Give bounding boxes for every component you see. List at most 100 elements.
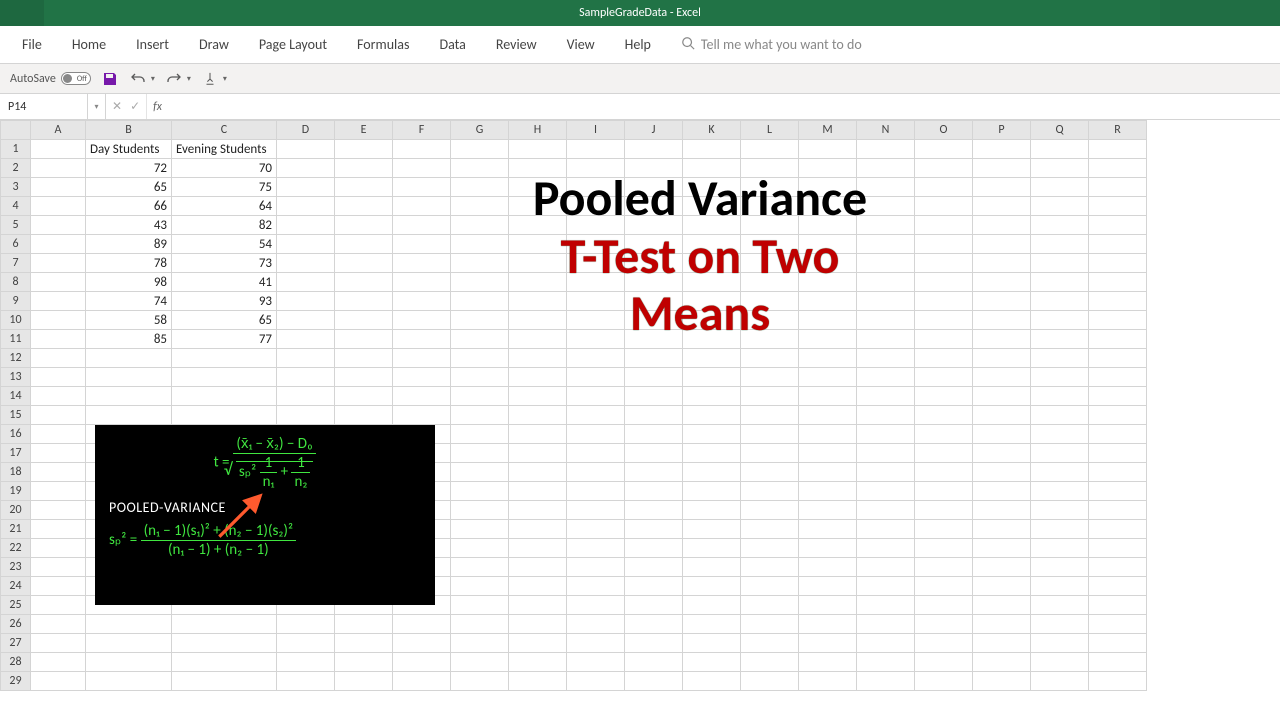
cell-L23[interactable] [741, 558, 799, 577]
cell-C11[interactable]: 77 [172, 330, 277, 349]
cell-G25[interactable] [451, 596, 509, 615]
cell-N8[interactable] [857, 273, 915, 292]
cell-C28[interactable] [172, 653, 277, 672]
cell-H24[interactable] [509, 577, 567, 596]
cell-A10[interactable] [31, 311, 86, 330]
cell-Q11[interactable] [1031, 330, 1089, 349]
cell-O8[interactable] [915, 273, 973, 292]
cell-A18[interactable] [31, 463, 86, 482]
cell-O21[interactable] [915, 520, 973, 539]
cell-M10[interactable] [799, 311, 857, 330]
cell-J26[interactable] [625, 615, 683, 634]
cell-H27[interactable] [509, 634, 567, 653]
cell-C6[interactable]: 54 [172, 235, 277, 254]
cell-R9[interactable] [1089, 292, 1147, 311]
cell-E1[interactable] [335, 140, 393, 159]
cell-R17[interactable] [1089, 444, 1147, 463]
cell-N6[interactable] [857, 235, 915, 254]
cell-L9[interactable] [741, 292, 799, 311]
cell-B8[interactable]: 98 [86, 273, 172, 292]
cell-H12[interactable] [509, 349, 567, 368]
worksheet-area[interactable]: ABCDEFGHIJKLMNOPQR 1Day StudentsEvening … [0, 120, 1280, 720]
cell-M8[interactable] [799, 273, 857, 292]
cell-F2[interactable] [393, 159, 451, 178]
cell-H22[interactable] [509, 539, 567, 558]
cell-R3[interactable] [1089, 178, 1147, 197]
cell-L1[interactable] [741, 140, 799, 159]
cell-M5[interactable] [799, 216, 857, 235]
cell-H2[interactable] [509, 159, 567, 178]
cell-N11[interactable] [857, 330, 915, 349]
cell-R29[interactable] [1089, 672, 1147, 691]
cell-Q1[interactable] [1031, 140, 1089, 159]
cell-F7[interactable] [393, 254, 451, 273]
row-header-10[interactable]: 10 [1, 311, 31, 330]
cell-M21[interactable] [799, 520, 857, 539]
cell-L14[interactable] [741, 387, 799, 406]
cell-K9[interactable] [683, 292, 741, 311]
cell-M28[interactable] [799, 653, 857, 672]
cell-Q20[interactable] [1031, 501, 1089, 520]
row-header-13[interactable]: 13 [1, 368, 31, 387]
cell-O7[interactable] [915, 254, 973, 273]
cell-F15[interactable] [393, 406, 451, 425]
cell-I5[interactable] [567, 216, 625, 235]
cell-I29[interactable] [567, 672, 625, 691]
cell-Q22[interactable] [1031, 539, 1089, 558]
cell-R14[interactable] [1089, 387, 1147, 406]
tab-home[interactable]: Home [58, 28, 120, 61]
cell-J5[interactable] [625, 216, 683, 235]
cell-C8[interactable]: 41 [172, 273, 277, 292]
touch-mode-icon[interactable] [201, 70, 219, 88]
cell-J23[interactable] [625, 558, 683, 577]
cell-N21[interactable] [857, 520, 915, 539]
col-header-K[interactable]: K [683, 121, 741, 140]
cell-K1[interactable] [683, 140, 741, 159]
cell-M29[interactable] [799, 672, 857, 691]
cell-I20[interactable] [567, 501, 625, 520]
cell-K16[interactable] [683, 425, 741, 444]
cell-N27[interactable] [857, 634, 915, 653]
cell-N16[interactable] [857, 425, 915, 444]
col-header-O[interactable]: O [915, 121, 973, 140]
tab-data[interactable]: Data [425, 28, 479, 61]
cell-G8[interactable] [451, 273, 509, 292]
cell-L18[interactable] [741, 463, 799, 482]
cell-L26[interactable] [741, 615, 799, 634]
cell-M12[interactable] [799, 349, 857, 368]
cell-B26[interactable] [86, 615, 172, 634]
cell-M26[interactable] [799, 615, 857, 634]
cell-R26[interactable] [1089, 615, 1147, 634]
cell-L7[interactable] [741, 254, 799, 273]
qat-customize-dropdown-icon[interactable]: ▾ [223, 74, 227, 84]
cell-F1[interactable] [393, 140, 451, 159]
cell-B14[interactable] [86, 387, 172, 406]
cell-R6[interactable] [1089, 235, 1147, 254]
cell-M1[interactable] [799, 140, 857, 159]
cell-C1[interactable]: Evening Students [172, 140, 277, 159]
cell-C13[interactable] [172, 368, 277, 387]
cell-P2[interactable] [973, 159, 1031, 178]
cell-J17[interactable] [625, 444, 683, 463]
cell-A19[interactable] [31, 482, 86, 501]
cell-G9[interactable] [451, 292, 509, 311]
cell-P13[interactable] [973, 368, 1031, 387]
cell-P22[interactable] [973, 539, 1031, 558]
cell-O27[interactable] [915, 634, 973, 653]
cell-A27[interactable] [31, 634, 86, 653]
col-header-B[interactable]: B [86, 121, 172, 140]
cell-O2[interactable] [915, 159, 973, 178]
cell-B6[interactable]: 89 [86, 235, 172, 254]
cell-K28[interactable] [683, 653, 741, 672]
cell-Q16[interactable] [1031, 425, 1089, 444]
cell-G26[interactable] [451, 615, 509, 634]
cell-H15[interactable] [509, 406, 567, 425]
cell-L13[interactable] [741, 368, 799, 387]
cell-G6[interactable] [451, 235, 509, 254]
cell-J28[interactable] [625, 653, 683, 672]
cell-G1[interactable] [451, 140, 509, 159]
cell-E3[interactable] [335, 178, 393, 197]
cell-N5[interactable] [857, 216, 915, 235]
cell-G15[interactable] [451, 406, 509, 425]
cell-H4[interactable] [509, 197, 567, 216]
